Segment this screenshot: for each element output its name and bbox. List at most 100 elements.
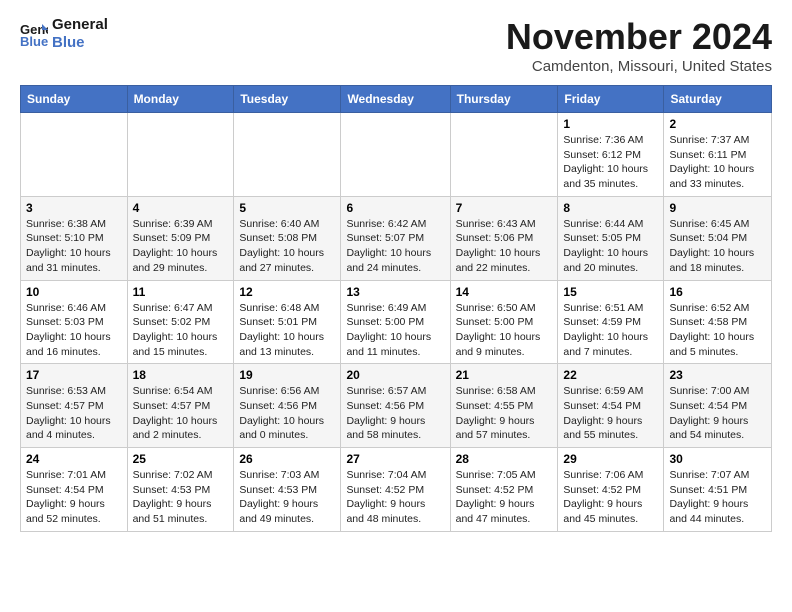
day-cell: 8 Sunrise: 6:44 AM Sunset: 5:05 PM Daylig… [558,196,664,280]
day-cell: 7Sunrise: 6:43 AM Sunset: 5:06 PM Daylig… [450,196,558,280]
day-number: 30 [669,452,766,466]
day-number: 8 [563,201,658,215]
day-cell: 9 Sunrise: 6:45 AM Sunset: 5:04 PM Daylig… [664,196,772,280]
day-number: 10 [26,285,122,299]
day-cell: 11Sunrise: 6:47 AM Sunset: 5:02 PM Dayli… [127,280,234,364]
day-number: 15 [563,285,658,299]
day-info: Sunrise: 6:49 AM Sunset: 5:00 PM Dayligh… [346,301,444,360]
day-info: Sunrise: 6:53 AM Sunset: 4:57 PM Dayligh… [26,384,122,443]
day-number: 5 [239,201,335,215]
day-number: 17 [26,368,122,382]
day-cell: 21 Sunrise: 6:58 AM Sunset: 4:55 PM Dayli… [450,364,558,448]
day-info: Sunrise: 7:36 AM Sunset: 6:12 PM Dayligh… [563,133,658,192]
week-row-5: 24Sunrise: 7:01 AM Sunset: 4:54 PM Dayli… [21,448,772,532]
day-info: Sunrise: 6:52 AM Sunset: 4:58 PM Dayligh… [669,301,766,360]
day-number: 14 [456,285,553,299]
col-header-thursday: Thursday [450,86,558,113]
day-number: 25 [133,452,229,466]
day-number: 13 [346,285,444,299]
week-row-1: 1 Sunrise: 7:36 AM Sunset: 6:12 PM Daylig… [21,113,772,197]
day-number: 9 [669,201,766,215]
day-number: 29 [563,452,658,466]
logo-icon: General Blue [20,20,48,48]
day-number: 22 [563,368,658,382]
day-info: Sunrise: 6:38 AM Sunset: 5:10 PM Dayligh… [26,217,122,276]
day-number: 4 [133,201,229,215]
day-info: Sunrise: 7:04 AM Sunset: 4:52 PM Dayligh… [346,468,444,527]
logo-line2: Blue [52,34,108,52]
day-number: 27 [346,452,444,466]
day-cell: 29 Sunrise: 7:06 AM Sunset: 4:52 PM Dayli… [558,448,664,532]
day-cell: 18 Sunrise: 6:54 AM Sunset: 4:57 PM Dayli… [127,364,234,448]
day-cell: 2Sunrise: 7:37 AM Sunset: 6:11 PM Daylig… [664,113,772,197]
day-cell: 17 Sunrise: 6:53 AM Sunset: 4:57 PM Dayli… [21,364,128,448]
day-info: Sunrise: 7:06 AM Sunset: 4:52 PM Dayligh… [563,468,658,527]
day-info: Sunrise: 6:43 AM Sunset: 5:06 PM Dayligh… [456,217,553,276]
col-header-friday: Friday [558,86,664,113]
day-cell: 14 Sunrise: 6:50 AM Sunset: 5:00 PM Dayli… [450,280,558,364]
col-header-wednesday: Wednesday [341,86,450,113]
day-number: 18 [133,368,229,382]
day-cell: 4 Sunrise: 6:39 AM Sunset: 5:09 PM Daylig… [127,196,234,280]
week-row-4: 17 Sunrise: 6:53 AM Sunset: 4:57 PM Dayli… [21,364,772,448]
day-info: Sunrise: 6:40 AM Sunset: 5:08 PM Dayligh… [239,217,335,276]
day-cell: 23Sunrise: 7:00 AM Sunset: 4:54 PM Dayli… [664,364,772,448]
day-number: 26 [239,452,335,466]
day-cell: 6Sunrise: 6:42 AM Sunset: 5:07 PM Daylig… [341,196,450,280]
day-cell: 1 Sunrise: 7:36 AM Sunset: 6:12 PM Daylig… [558,113,664,197]
day-cell: 28Sunrise: 7:05 AM Sunset: 4:52 PM Dayli… [450,448,558,532]
logo: General Blue General Blue [20,16,108,52]
day-number: 24 [26,452,122,466]
day-number: 21 [456,368,553,382]
day-number: 28 [456,452,553,466]
week-row-3: 10 Sunrise: 6:46 AM Sunset: 5:03 PM Dayli… [21,280,772,364]
day-cell: 3 Sunrise: 6:38 AM Sunset: 5:10 PM Daylig… [21,196,128,280]
header: General Blue General Blue November 2024 … [20,16,772,75]
day-info: Sunrise: 6:46 AM Sunset: 5:03 PM Dayligh… [26,301,122,360]
day-number: 23 [669,368,766,382]
day-info: Sunrise: 7:07 AM Sunset: 4:51 PM Dayligh… [669,468,766,527]
day-info: Sunrise: 7:02 AM Sunset: 4:53 PM Dayligh… [133,468,229,527]
day-cell: 16Sunrise: 6:52 AM Sunset: 4:58 PM Dayli… [664,280,772,364]
day-info: Sunrise: 6:57 AM Sunset: 4:56 PM Dayligh… [346,384,444,443]
day-info: Sunrise: 6:39 AM Sunset: 5:09 PM Dayligh… [133,217,229,276]
day-cell: 15 Sunrise: 6:51 AM Sunset: 4:59 PM Dayli… [558,280,664,364]
day-cell: 12 Sunrise: 6:48 AM Sunset: 5:01 PM Dayli… [234,280,341,364]
day-cell: 27 Sunrise: 7:04 AM Sunset: 4:52 PM Dayli… [341,448,450,532]
day-number: 1 [563,117,658,131]
day-cell: 13 Sunrise: 6:49 AM Sunset: 5:00 PM Dayli… [341,280,450,364]
month-title: November 2024 [506,16,772,58]
day-info: Sunrise: 6:58 AM Sunset: 4:55 PM Dayligh… [456,384,553,443]
day-cell: 30 Sunrise: 7:07 AM Sunset: 4:51 PM Dayli… [664,448,772,532]
day-info: Sunrise: 6:48 AM Sunset: 5:01 PM Dayligh… [239,301,335,360]
day-info: Sunrise: 6:50 AM Sunset: 5:00 PM Dayligh… [456,301,553,360]
day-cell: 25 Sunrise: 7:02 AM Sunset: 4:53 PM Dayli… [127,448,234,532]
col-header-saturday: Saturday [664,86,772,113]
day-info: Sunrise: 6:42 AM Sunset: 5:07 PM Dayligh… [346,217,444,276]
day-info: Sunrise: 6:47 AM Sunset: 5:02 PM Dayligh… [133,301,229,360]
logo-line1: General [52,16,108,34]
day-number: 20 [346,368,444,382]
day-cell: 26 Sunrise: 7:03 AM Sunset: 4:53 PM Dayli… [234,448,341,532]
day-cell [21,113,128,197]
title-area: November 2024 Camdenton, Missouri, Unite… [506,16,772,75]
day-number: 19 [239,368,335,382]
svg-text:Blue: Blue [20,34,48,48]
day-cell [127,113,234,197]
day-cell: 20 Sunrise: 6:57 AM Sunset: 4:56 PM Dayli… [341,364,450,448]
day-info: Sunrise: 6:51 AM Sunset: 4:59 PM Dayligh… [563,301,658,360]
day-info: Sunrise: 6:44 AM Sunset: 5:05 PM Dayligh… [563,217,658,276]
week-row-2: 3 Sunrise: 6:38 AM Sunset: 5:10 PM Daylig… [21,196,772,280]
location-title: Camdenton, Missouri, United States [506,58,772,75]
header-row: SundayMondayTuesdayWednesdayThursdayFrid… [21,86,772,113]
day-info: Sunrise: 6:45 AM Sunset: 5:04 PM Dayligh… [669,217,766,276]
day-number: 3 [26,201,122,215]
day-info: Sunrise: 7:03 AM Sunset: 4:53 PM Dayligh… [239,468,335,527]
day-cell: 5 Sunrise: 6:40 AM Sunset: 5:08 PM Daylig… [234,196,341,280]
day-info: Sunrise: 6:54 AM Sunset: 4:57 PM Dayligh… [133,384,229,443]
day-info: Sunrise: 6:59 AM Sunset: 4:54 PM Dayligh… [563,384,658,443]
day-cell [234,113,341,197]
day-cell [341,113,450,197]
day-cell: 19Sunrise: 6:56 AM Sunset: 4:56 PM Dayli… [234,364,341,448]
day-number: 12 [239,285,335,299]
